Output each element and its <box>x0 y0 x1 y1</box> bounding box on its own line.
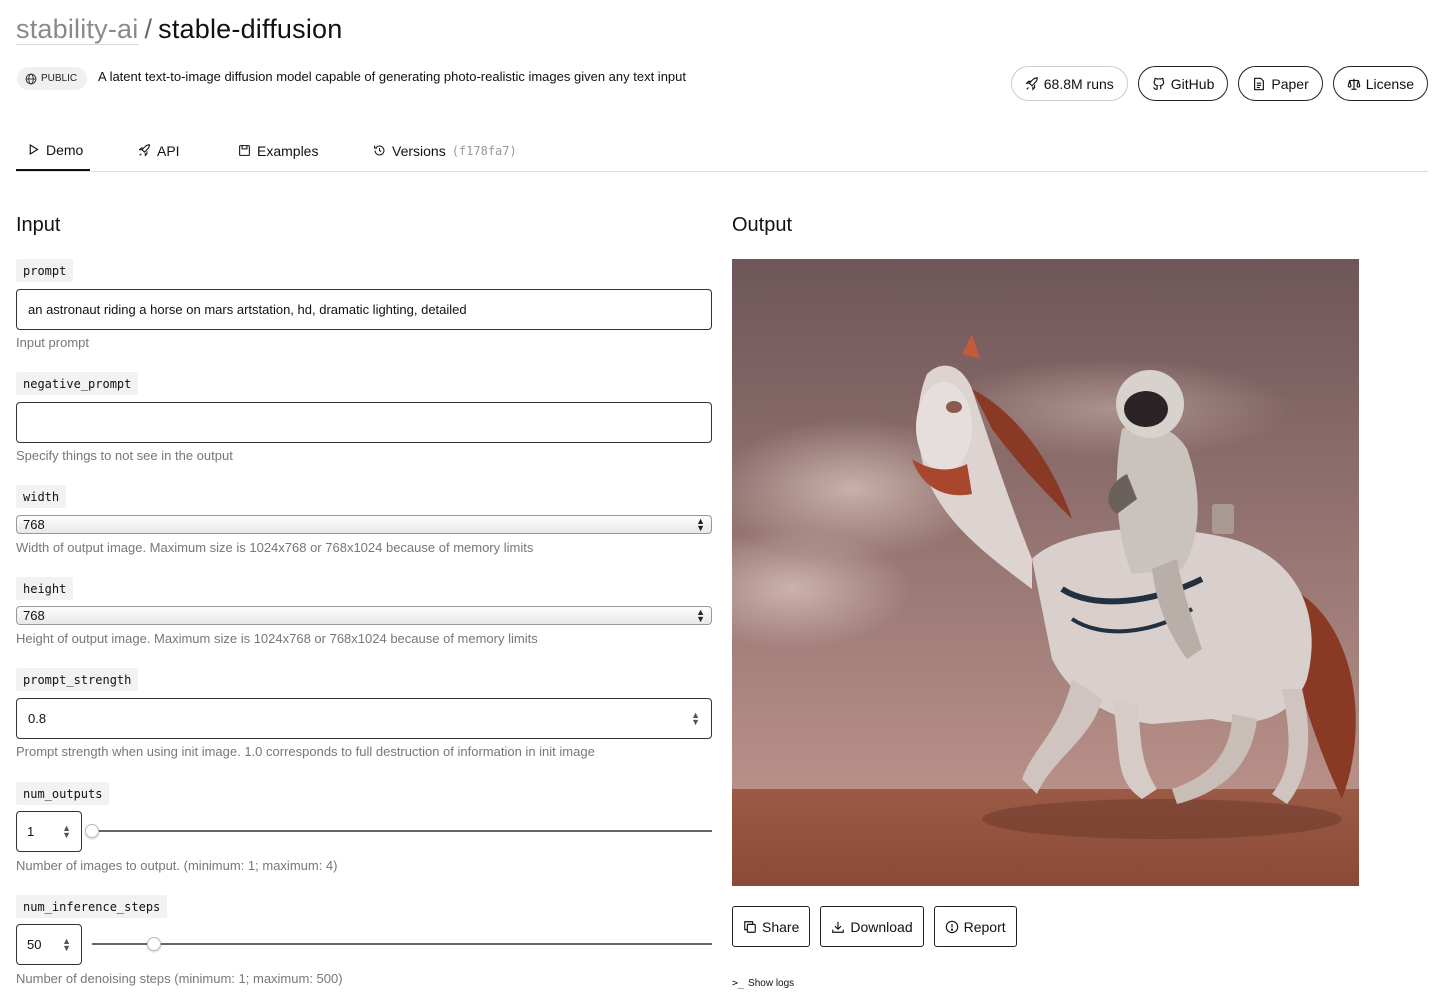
prompt-strength-value: 0.8 <box>28 711 47 726</box>
github-label: GitHub <box>1170 75 1215 92</box>
scale-icon <box>1347 78 1360 90</box>
paper-icon <box>1254 77 1265 90</box>
github-icon <box>1152 77 1165 90</box>
runs-count: 68.8M runs <box>1043 75 1114 92</box>
height-label: height <box>16 577 74 600</box>
tab-demo[interactable]: Demo <box>16 130 90 171</box>
prompt-strength-input[interactable]: 0.8 ▲ ▼ <box>16 698 712 739</box>
width-select[interactable]: 768 ▲ ▼ <box>16 515 712 534</box>
paper-button[interactable]: Paper <box>1238 66 1323 101</box>
width-help: Width of output image. Maximum size is 1… <box>16 540 534 555</box>
runs-button[interactable]: 68.8M runs <box>1010 66 1128 101</box>
negative-prompt-input[interactable] <box>16 402 712 443</box>
num-outputs-slider[interactable] <box>92 830 712 832</box>
height-value: 768 <box>23 608 45 623</box>
show-logs-link[interactable]: >_ Show logs <box>732 978 794 989</box>
download-button[interactable]: Download <box>820 906 924 947</box>
tab-demo-label: Demo <box>46 141 84 158</box>
num-inference-steps-help: Number of denoising steps (minimum: 1; m… <box>16 971 343 986</box>
select-arrows-icon: ▲ ▼ <box>696 515 705 533</box>
tab-bar: Demo API Examples Versions (f178fa7) <box>16 130 1428 172</box>
license-label: License <box>1365 75 1414 92</box>
report-button[interactable]: Report <box>933 906 1017 947</box>
prompt-strength-label: prompt_strength <box>16 668 139 691</box>
globe-icon <box>25 73 37 84</box>
tab-examples-label: Examples <box>257 142 319 159</box>
page-title: stability-ai / stable-diffusion <box>16 14 342 45</box>
paper-label: Paper <box>1271 75 1309 92</box>
tab-api-label: API <box>157 142 180 159</box>
astronaut-horse-image <box>732 259 1359 886</box>
num-outputs-slider-thumb[interactable] <box>85 824 99 838</box>
prompt-label: prompt <box>16 259 74 282</box>
github-button[interactable]: GitHub <box>1137 66 1229 101</box>
stepper-icon[interactable]: ▲ ▼ <box>62 936 71 952</box>
num-inference-steps-slider[interactable] <box>92 943 712 945</box>
model-name: stable-diffusion <box>158 14 343 44</box>
copy-icon <box>744 920 756 933</box>
height-select[interactable]: 768 ▲ ▼ <box>16 606 712 625</box>
stepper-icon[interactable]: ▲ ▼ <box>691 710 700 726</box>
width-label: width <box>16 485 67 508</box>
visibility-label: PUBLIC <box>41 73 78 84</box>
prompt-input[interactable]: an astronaut riding a horse on mars arts… <box>16 289 712 330</box>
history-icon <box>374 145 385 156</box>
title-separator: / <box>144 14 153 44</box>
stepper-icon[interactable]: ▲ ▼ <box>62 823 71 839</box>
num-outputs-value: 1 <box>27 824 35 839</box>
report-label: Report <box>963 918 1006 935</box>
download-icon <box>832 921 845 933</box>
tab-api[interactable]: API <box>138 130 180 171</box>
license-button[interactable]: License <box>1332 66 1428 101</box>
share-button[interactable]: Share <box>732 906 811 947</box>
prompt-value: an astronaut riding a horse on mars arts… <box>28 302 467 317</box>
visibility-badge: PUBLIC <box>17 67 88 90</box>
prompt-strength-help: Prompt strength when using init image. 1… <box>16 744 595 759</box>
num-outputs-input[interactable]: 1 ▲ ▼ <box>16 811 82 852</box>
num-outputs-help: Number of images to output. (minimum: 1;… <box>16 858 338 873</box>
header-actions: 68.8M runs GitHub Paper License <box>1010 66 1428 101</box>
rocket-icon <box>1025 76 1038 91</box>
num-inference-steps-label: num_inference_steps <box>16 895 168 918</box>
negative-prompt-help: Specify things to not see in the output <box>16 448 233 463</box>
select-arrows-icon: ▲ ▼ <box>696 606 705 624</box>
alert-icon <box>945 920 958 933</box>
width-value: 768 <box>23 517 45 532</box>
terminal-icon: >_ <box>732 978 745 989</box>
tab-examples[interactable]: Examples <box>238 130 318 171</box>
num-inference-steps-slider-thumb[interactable] <box>147 937 161 951</box>
output-title: Output <box>732 214 793 236</box>
height-help: Height of output image. Maximum size is … <box>16 631 538 646</box>
share-label: Share <box>762 918 800 935</box>
negative-prompt-label: negative_prompt <box>16 372 139 395</box>
tab-versions-label: Versions <box>392 142 446 159</box>
show-logs-label: Show logs <box>748 978 795 989</box>
num-inference-steps-value: 50 <box>27 937 42 952</box>
download-label: Download <box>850 918 913 935</box>
input-title: Input <box>16 214 61 236</box>
rocket-icon <box>138 144 150 157</box>
output-image[interactable] <box>732 259 1359 886</box>
owner-link[interactable]: stability-ai <box>16 14 138 44</box>
num-outputs-label: num_outputs <box>16 782 110 805</box>
tab-versions[interactable]: Versions (f178fa7) <box>373 130 517 171</box>
version-hash: (f178fa7) <box>451 143 517 158</box>
play-icon <box>29 144 39 155</box>
output-actions: Share Download Report <box>732 906 1017 947</box>
prompt-help: Input prompt <box>16 335 89 350</box>
save-icon <box>239 145 250 156</box>
model-description: A latent text-to-image diffusion model c… <box>98 69 686 84</box>
num-inference-steps-input[interactable]: 50 ▲ ▼ <box>16 924 82 965</box>
